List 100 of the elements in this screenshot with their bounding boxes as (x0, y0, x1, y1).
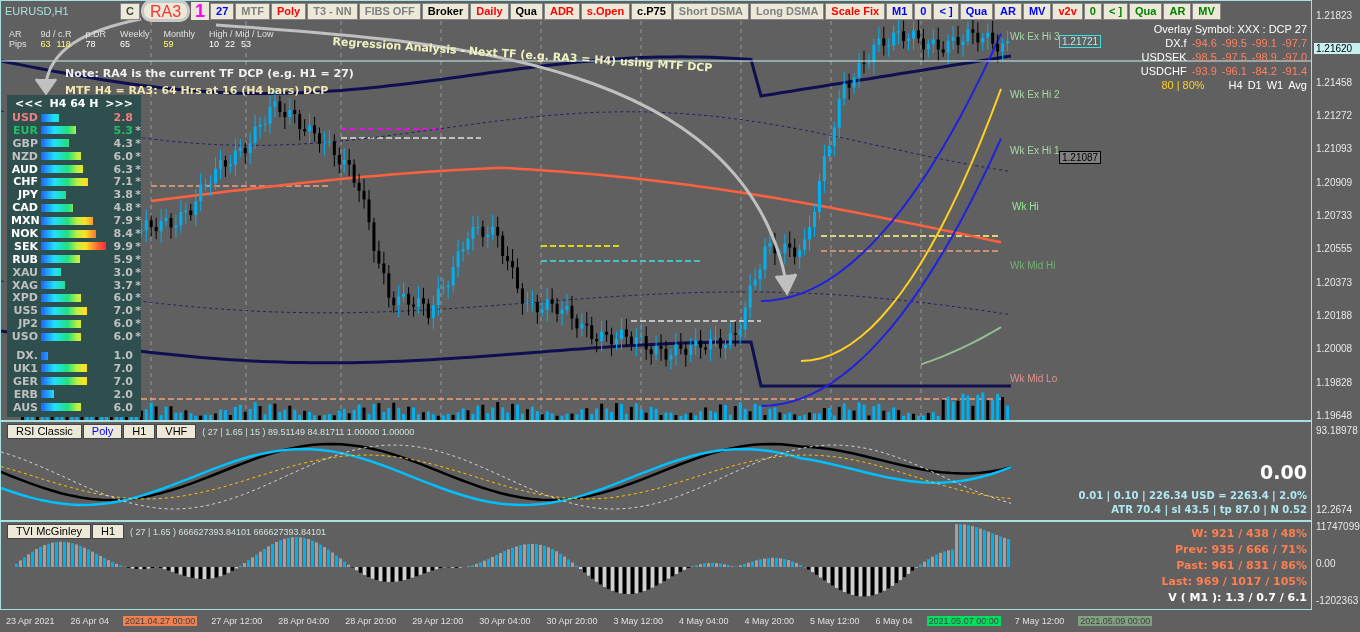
price-tick: 1.20909 (1315, 176, 1354, 188)
strength-value: 3.7 (112, 278, 133, 292)
symbol-name: AUS (11, 400, 39, 414)
toolbar-button[interactable]: AR (1163, 2, 1192, 20)
toolbar-button[interactable]: < ] (1102, 2, 1129, 20)
indicator-readout: ( 27 | 1.65 ) 666627393.84101 666627393.84101 (130, 526, 327, 537)
price-tick: 1.21823 (1315, 10, 1354, 21)
strength-value: 7.0 (112, 304, 133, 318)
overlay-value: -99.1 (1251, 37, 1277, 49)
price-tag: 1.21087 (1059, 151, 1102, 164)
toolbar-button[interactable]: < ] (933, 2, 959, 20)
indicator-button[interactable]: H1 (92, 524, 125, 539)
strength-value: 7.1 (112, 175, 133, 189)
toolbar-button[interactable]: 27 (210, 2, 235, 20)
volume-stat: V ( M1 ): 1.3 / 0.7 / 6.1 (1168, 590, 1307, 606)
star-mark: * (134, 252, 141, 266)
previous-link[interactable]: <<< (15, 97, 43, 111)
toolbar-button[interactable]: Broker (421, 2, 470, 20)
time-tick: 4 May 20:00 (743, 616, 796, 626)
strength-bar (41, 293, 81, 302)
strength-bar (41, 139, 70, 148)
strength-value: 5.9 (112, 252, 133, 266)
toolbar-button[interactable]: 0 (914, 2, 933, 20)
strength-bar (41, 403, 81, 412)
symbol-name: XPD (11, 291, 39, 305)
toolbar-button[interactable]: Qua (959, 2, 994, 20)
level-label: Wk Ex Hi 3 (1009, 31, 1061, 42)
overlay-value: -91.4 (1281, 65, 1307, 77)
indicator-button[interactable]: Poly (82, 424, 123, 439)
strength-value: 6.0 (112, 291, 133, 305)
strength-value: 1.0 (112, 349, 133, 363)
price-tick: 1.20733 (1315, 209, 1354, 221)
strength-value: 9.9 (112, 239, 133, 253)
time-tick: 30 Apr 04:00 (478, 616, 532, 626)
symbol-name: UK1 (11, 361, 39, 375)
indicator-button[interactable]: H1 (123, 424, 156, 439)
timeframe-label: Avg (1288, 79, 1307, 91)
level-label: Wk Ex Hi 1 (1009, 145, 1061, 156)
toolbar-button[interactable]: Qua (1129, 2, 1163, 20)
indicator-button[interactable]: VHF (156, 424, 197, 439)
star-mark: * (134, 214, 141, 228)
strength-value: 5.3 (112, 123, 133, 137)
toolbar-button[interactable]: MV (1022, 2, 1052, 20)
overlay-score: 80 | 80% (1161, 79, 1205, 91)
strength-value: 2.0 (112, 387, 133, 401)
toolbar-button[interactable]: c.P75 (631, 2, 672, 20)
star-mark: * (134, 227, 141, 240)
strength-bar (41, 203, 73, 212)
symbol-name: NZD (11, 149, 39, 163)
toolbar-button[interactable]: C (120, 2, 140, 20)
overlay-value: -97.5 (1221, 51, 1247, 63)
atr-summary: ATR 70.4 | sl 43.5 | tp 87.0 | N 0.52 (1111, 503, 1307, 517)
strength-bar (41, 351, 48, 360)
strength-bar (41, 152, 81, 161)
star-mark: * (134, 136, 141, 150)
stat-value: 63 (40, 39, 51, 49)
time-tick: 4 May 04:00 (677, 616, 730, 626)
date-marker: 2021.05.09 00:00 (1078, 616, 1153, 626)
toolbar-button[interactable]: Qua (509, 2, 543, 20)
stat-value: 118 (56, 39, 71, 49)
symbol-name: EUR (12, 123, 39, 137)
strength-bar (41, 255, 80, 264)
time-tick: 28 Apr 20:00 (344, 616, 398, 626)
stat-value: 59 (163, 39, 174, 49)
date-marker: 2021.05.07 00:00 (926, 616, 1001, 626)
symbol-name: JP2 (16, 317, 39, 331)
strength-bar (41, 364, 88, 373)
toolbar-button[interactable]: MV (1192, 2, 1221, 20)
level-label: Wk Mid Lo (1009, 373, 1059, 384)
strength-bar (41, 377, 88, 386)
next-link[interactable]: >>> (105, 97, 133, 111)
stat-label: AR (9, 29, 23, 39)
stat-value: 22 (224, 39, 235, 49)
level-label: Wk Mid Hi (1009, 260, 1057, 271)
indicator-button[interactable]: RSI Classic (7, 424, 82, 439)
time-tick: 27 Apr 12:00 (210, 616, 264, 626)
toolbar-button[interactable]: 0 (1083, 2, 1102, 20)
star-mark: * (134, 201, 141, 215)
overlay-value: -97.7 (1281, 37, 1307, 49)
axis-tick: 93.18978 (1315, 425, 1359, 436)
result-value: 0.00 (1260, 461, 1307, 483)
overlay-value: -98.9 (1251, 51, 1277, 63)
symbol-name: GBP (11, 136, 39, 150)
star-mark: * (134, 291, 141, 305)
strength-bar (41, 332, 81, 341)
strength-value: 4.3 (112, 136, 133, 150)
strength-value: 4.8 (112, 201, 133, 215)
strength-bar (41, 281, 66, 290)
strength-bar (41, 229, 97, 238)
time-tick: 3 May 12:00 (612, 616, 664, 626)
time-tick: 23 Apr 2021 (5, 616, 56, 626)
toolbar-button[interactable]: M1 (886, 2, 914, 20)
strength-value: 6.3 (112, 162, 133, 176)
strength-bar (41, 242, 107, 251)
indicator-button[interactable]: TVI McGinley (7, 524, 91, 539)
toolbar-button[interactable]: AR (994, 2, 1022, 20)
symbol-name: US5 (12, 304, 39, 318)
star-mark: * (134, 278, 141, 292)
time-tick: 5 May 12:00 (809, 616, 861, 626)
symbol-name: AUD (11, 162, 39, 176)
